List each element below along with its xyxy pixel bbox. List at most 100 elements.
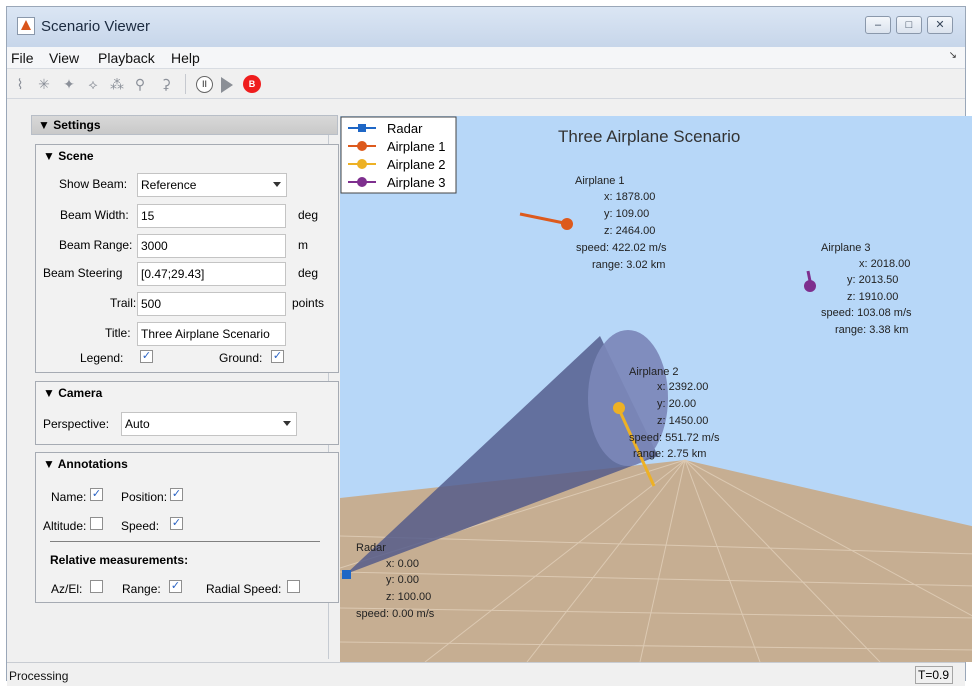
scenario-viewport[interactable]: Radar Airplane 1 Airplane 2 Airplane 3 T… xyxy=(340,116,972,662)
radar-y: y: 0.00 xyxy=(386,574,419,586)
beam-width-input[interactable]: 15 xyxy=(137,204,286,228)
menu-bar: File View Playback Help ↘ xyxy=(7,47,965,69)
scene-title[interactable]: ▼ Scene xyxy=(43,149,94,163)
trail-label: Trail: xyxy=(110,296,137,310)
range-label: Range: xyxy=(122,582,161,596)
perspective-value: Auto xyxy=(125,417,150,431)
beam-range-label: Beam Range: xyxy=(59,238,133,252)
airplane-2-x: x: 2392.00 xyxy=(657,381,708,393)
toolbar-separator xyxy=(185,74,186,94)
status-bar: Processing T=0.9 xyxy=(7,662,965,686)
minimize-button[interactable]: – xyxy=(865,16,891,34)
close-button[interactable]: ✕ xyxy=(927,16,953,34)
name-checkbox[interactable]: ✓ xyxy=(90,488,103,501)
altitude-checkbox[interactable] xyxy=(90,517,103,530)
airplane-1-trail xyxy=(519,212,565,225)
chevron-down-icon xyxy=(283,421,291,426)
menu-view[interactable]: View xyxy=(49,50,79,66)
radar-marker xyxy=(342,570,351,579)
settings-header[interactable]: ▼ Settings xyxy=(31,115,338,135)
airplane-2-y: y: 20.00 xyxy=(657,398,696,410)
ground-label: Ground: xyxy=(219,351,263,365)
play-button[interactable] xyxy=(221,77,233,93)
airplane-1-marker xyxy=(561,218,573,230)
range-checkbox[interactable]: ✓ xyxy=(169,580,182,593)
annotations-title[interactable]: ▼ Annotations xyxy=(43,457,128,471)
camera-section: ▼ Camera Perspective: Auto xyxy=(35,381,339,445)
legend-radar-marker xyxy=(358,124,366,132)
airplane-2-z: z: 1450.00 xyxy=(657,415,708,427)
trail-input[interactable]: 500 xyxy=(137,292,286,316)
title-bar: Scenario Viewer – □ ✕ xyxy=(7,7,965,47)
legend-checkbox[interactable]: ✓ xyxy=(140,350,153,363)
radial-speed-label: Radial Speed: xyxy=(206,582,282,596)
menu-file[interactable]: File xyxy=(11,50,34,66)
airplane-3-annotation: Airplane 3 x: 2018.00 y: 2013.50 z: 1910… xyxy=(821,242,912,336)
airplane-3-marker xyxy=(804,280,816,292)
beam-range-input[interactable]: 3000 xyxy=(137,234,286,258)
scene-section: ▼ Scene Show Beam: Reference Beam Width:… xyxy=(35,144,339,373)
view-icon-5[interactable]: ⁂ xyxy=(108,75,126,93)
legend-radar-label: Radar xyxy=(387,121,423,136)
toolbar: ⌇ ✳ ✦ ⟡ ⁂ ⚲ ⚳ II B xyxy=(7,69,965,99)
view-icon-2[interactable]: ✳ xyxy=(35,75,53,93)
beam-width-unit: deg xyxy=(298,208,319,222)
speed-checkbox[interactable]: ✓ xyxy=(170,517,183,530)
view-icon-6[interactable]: ⚲ xyxy=(131,75,149,93)
airplane-1-y: y: 109.00 xyxy=(604,208,649,220)
annotations-section: ▼ Annotations Name: ✓ Position: ✓ Altitu… xyxy=(35,452,339,603)
beam-steering-unit: deg xyxy=(298,266,319,280)
beam-end-cap xyxy=(588,330,668,466)
airplane-2-marker xyxy=(613,402,625,414)
ground-checkbox[interactable]: ✓ xyxy=(271,350,284,363)
menu-dock-arrow-icon[interactable]: ↘ xyxy=(949,50,957,61)
airplane-2-speed: speed: 551.72 m/s xyxy=(629,432,720,444)
menu-playback[interactable]: Playback xyxy=(98,50,155,66)
airplane-3-z: z: 1910.00 xyxy=(847,291,898,303)
legend-airplane-2-marker xyxy=(357,159,367,169)
relative-measurements-title: Relative measurements: xyxy=(50,553,189,567)
radial-speed-checkbox[interactable] xyxy=(287,580,300,593)
camera-title[interactable]: ▼ Camera xyxy=(43,386,102,400)
settings-panel: ▼ Settings ▼ Scene Show Beam: Reference … xyxy=(22,115,339,659)
airplane-3-speed: speed: 103.08 m/s xyxy=(821,307,912,319)
record-button[interactable]: B xyxy=(243,75,261,93)
pause-button[interactable]: II xyxy=(196,76,213,93)
airplane-2-range: range: 2.75 km xyxy=(633,448,706,460)
legend-airplane-1-label: Airplane 1 xyxy=(387,139,446,154)
airplane-1-range: range: 3.02 km xyxy=(592,259,665,271)
status-text: Processing xyxy=(9,669,69,683)
menu-help[interactable]: Help xyxy=(171,50,200,66)
airplane-3-y: y: 2013.50 xyxy=(847,274,898,286)
view-icon-3[interactable]: ✦ xyxy=(60,75,78,93)
airplane-3-range: range: 3.38 km xyxy=(835,324,908,336)
position-checkbox[interactable]: ✓ xyxy=(170,488,183,501)
radar-speed: speed: 0.00 m/s xyxy=(356,608,435,620)
app-icon xyxy=(17,17,35,35)
chevron-down-icon xyxy=(273,182,281,187)
airplane-1-name: Airplane 1 xyxy=(575,175,625,187)
scenario-viewer-window: Scenario Viewer – □ ✕ File View Playback… xyxy=(6,6,972,686)
title-input[interactable]: Three Airplane Scenario xyxy=(137,322,286,346)
az-el-checkbox[interactable] xyxy=(90,580,103,593)
beam-width-label: Beam Width: xyxy=(60,208,129,222)
view-icon-1[interactable]: ⌇ xyxy=(11,75,29,93)
show-beam-select[interactable]: Reference xyxy=(137,173,287,197)
position-label: Position: xyxy=(121,490,168,504)
name-label: Name: xyxy=(51,490,87,504)
scenario-svg: Radar Airplane 1 Airplane 2 Airplane 3 T… xyxy=(340,116,972,662)
view-icon-4[interactable]: ⟡ xyxy=(84,75,102,93)
annotations-divider xyxy=(50,541,320,542)
show-beam-label: Show Beam: xyxy=(59,177,128,191)
altitude-label: Altitude: xyxy=(43,519,87,533)
window-title: Scenario Viewer xyxy=(41,18,150,35)
perspective-select[interactable]: Auto xyxy=(121,412,297,436)
radar-name: Radar xyxy=(356,542,386,554)
maximize-button[interactable]: □ xyxy=(896,16,922,34)
title-label: Title: xyxy=(105,326,131,340)
beam-steering-input[interactable]: [0.47;29.43] xyxy=(137,262,286,286)
airplane-1-z: z: 2464.00 xyxy=(604,225,655,237)
view-icon-7[interactable]: ⚳ xyxy=(157,75,175,93)
trail-unit: points xyxy=(292,296,325,310)
legend-airplane-1-marker xyxy=(357,141,367,151)
